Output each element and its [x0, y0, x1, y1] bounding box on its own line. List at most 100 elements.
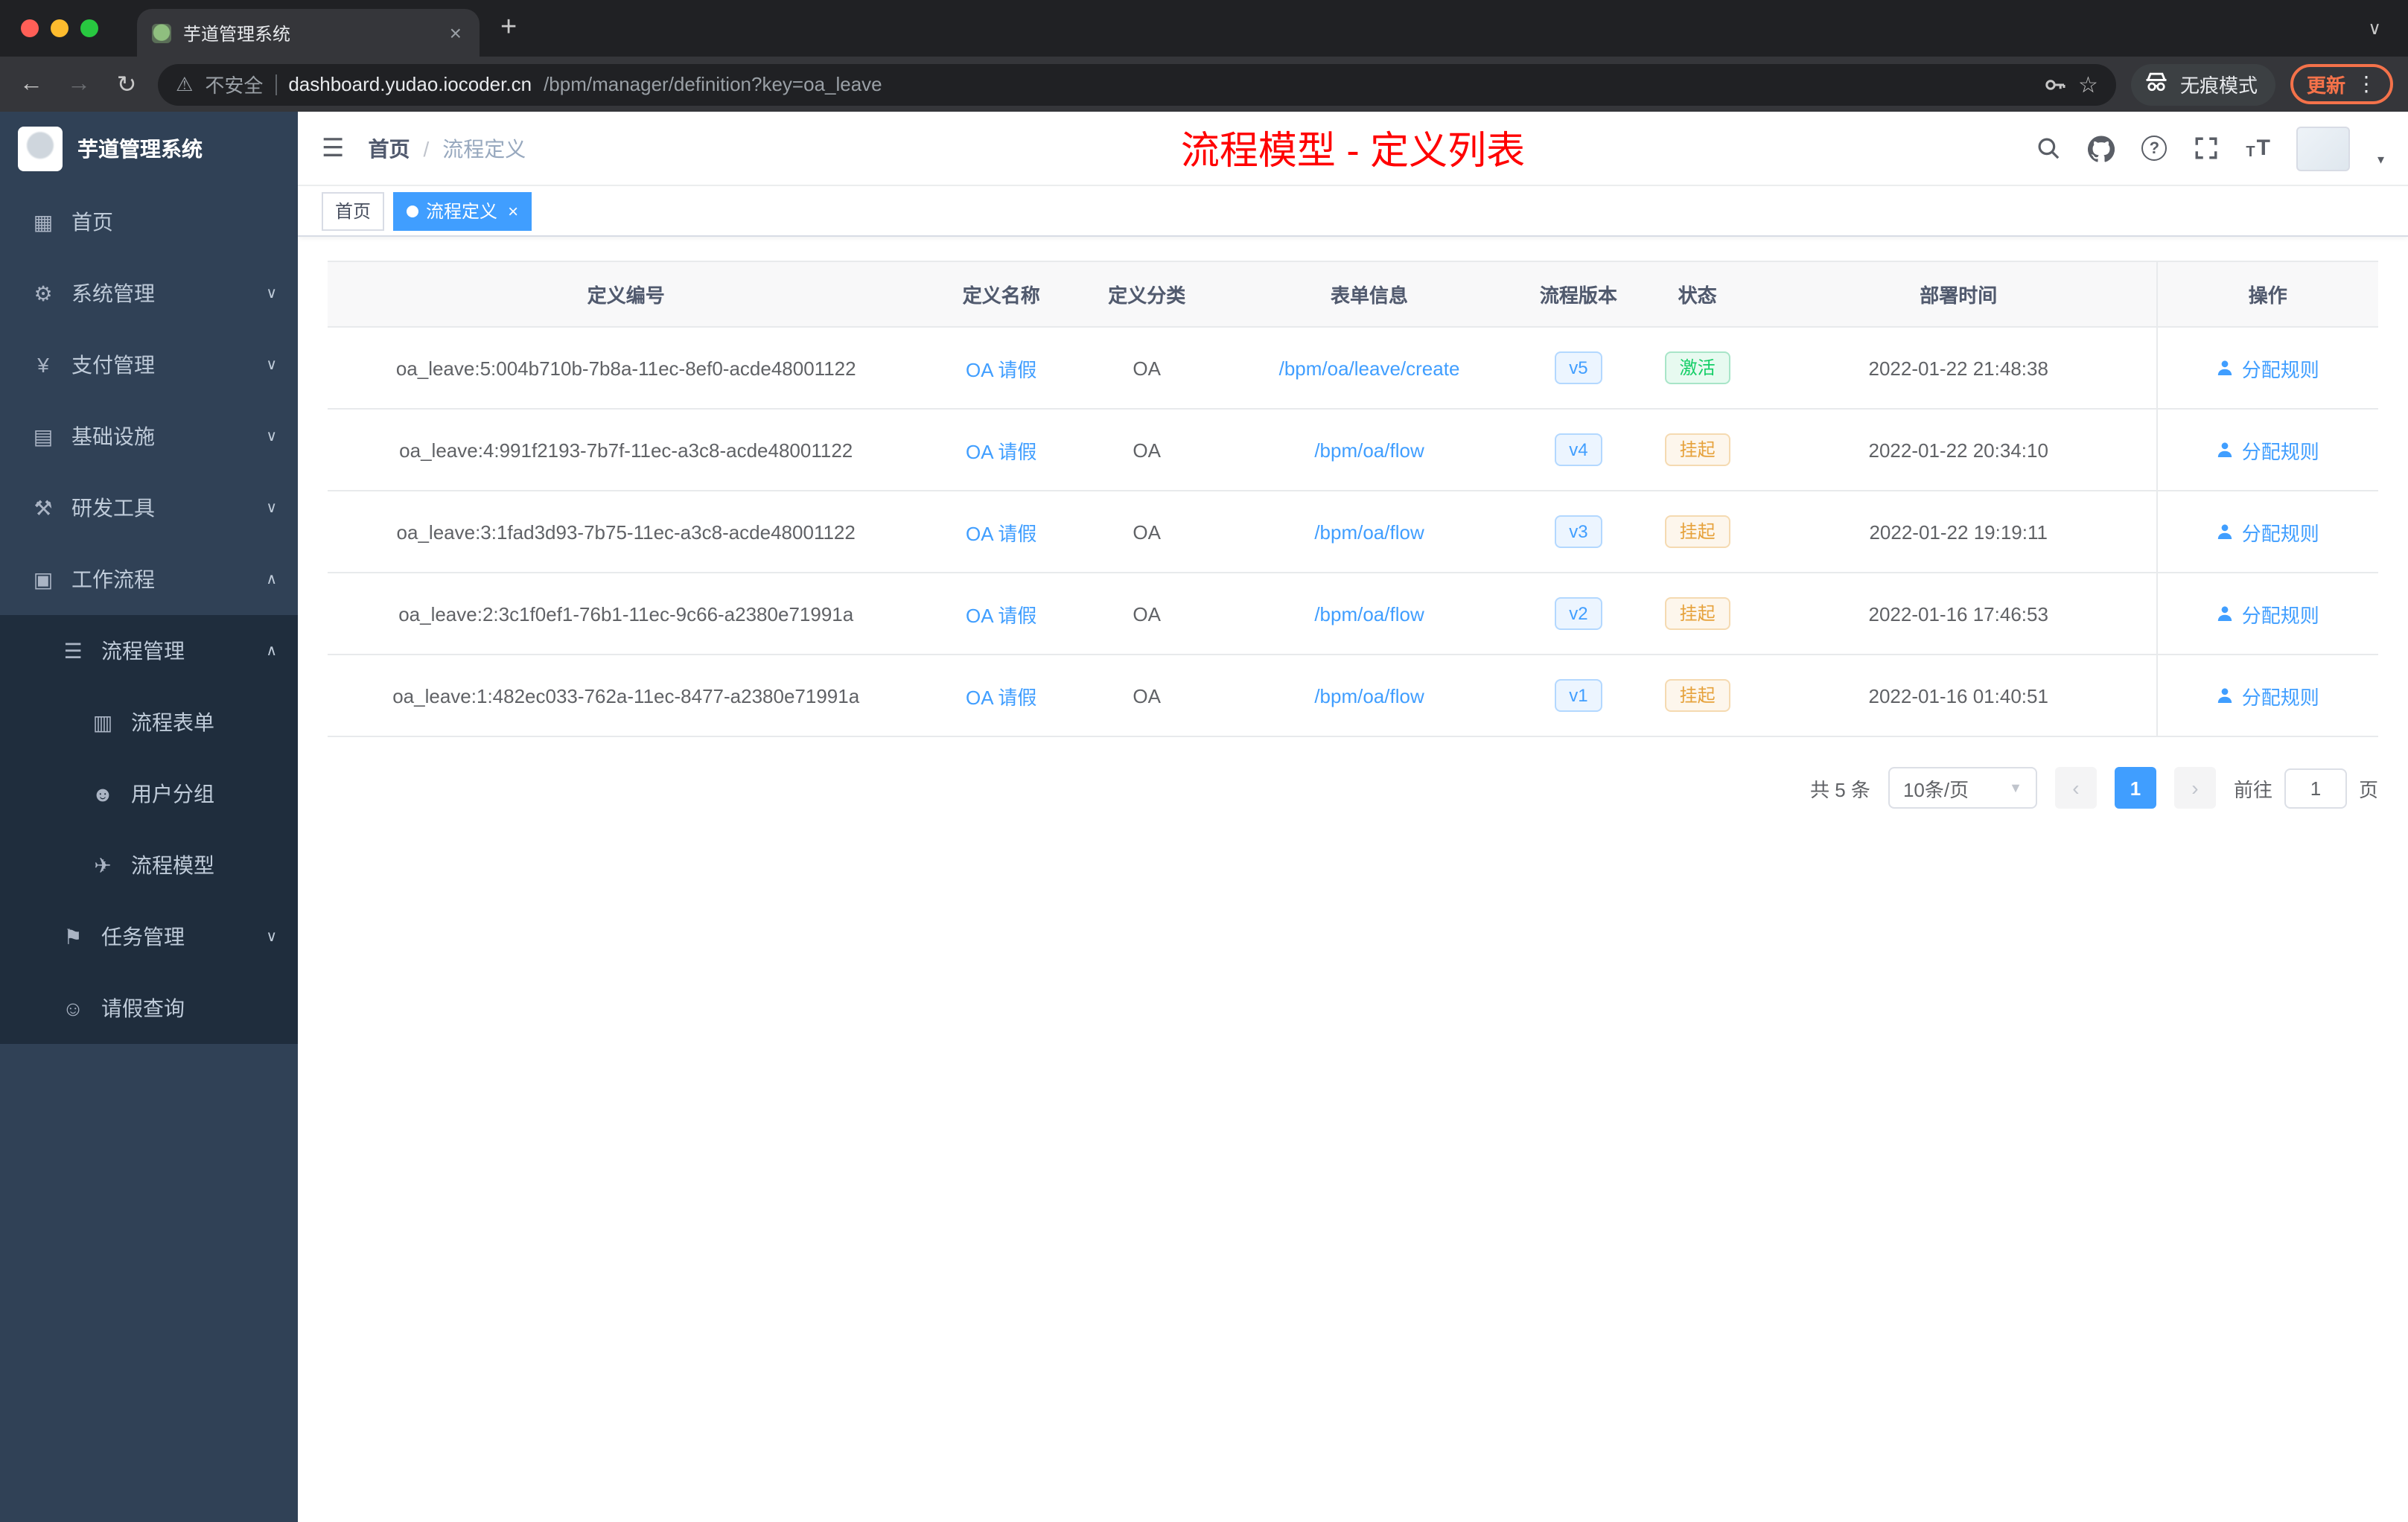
main-area: ☰ 首页 / 流程定义 流程模型 - 定义列表 ? T T ▾ 首页 流程定义 …: [298, 112, 2408, 1522]
column-header: 流程版本: [1523, 261, 1634, 328]
sidebar-item-dev-tools[interactable]: ⚒ 研发工具 ∨: [0, 472, 298, 544]
app-header: ☰ 首页 / 流程定义 流程模型 - 定义列表 ? T T ▾: [298, 112, 2408, 186]
fullscreen-icon[interactable]: [2194, 136, 2219, 161]
browser-tab[interactable]: 芋道管理系统 ×: [137, 9, 480, 57]
tab-search-chevron-icon[interactable]: ∨: [2368, 18, 2381, 39]
table-row: oa_leave:1:482ec033-762a-11ec-8477-a2380…: [328, 655, 2378, 737]
assign-rule-link[interactable]: 分配规则: [2217, 354, 2319, 382]
app-window: 芋道管理系统 ▦ 首页 ⚙ 系统管理 ∨ ¥ 支付管理 ∨ ▤ 基础设施 ∨ ⚒…: [0, 112, 2408, 1522]
tag-process-definition[interactable]: 流程定义 ×: [393, 191, 532, 230]
tag-home[interactable]: 首页: [322, 191, 385, 230]
definition-name-link[interactable]: OA 请假: [966, 604, 1036, 626]
new-tab-button[interactable]: +: [500, 12, 517, 45]
column-header: 状态: [1634, 261, 1761, 328]
form-link[interactable]: /bpm/oa/flow: [1314, 684, 1424, 707]
definition-name-link[interactable]: OA 请假: [966, 686, 1036, 708]
address-bar[interactable]: ⚠ 不安全 dashboard.yudao.iocoder.cn/bpm/man…: [158, 63, 2116, 105]
definition-name-link[interactable]: OA 请假: [966, 358, 1036, 380]
sidebar-item-system-management[interactable]: ⚙ 系统管理 ∨: [0, 258, 298, 329]
incognito-indicator: 无痕模式: [2130, 63, 2275, 105]
form-link[interactable]: /bpm/oa/flow: [1314, 602, 1424, 625]
goto-unit: 页: [2358, 778, 2378, 800]
breadcrumb-separator: /: [423, 136, 430, 160]
assign-rule-link[interactable]: 分配规则: [2217, 436, 2319, 464]
version-badge: v3: [1554, 515, 1603, 549]
sidebar-item-user-groups[interactable]: ☻ 用户分组: [0, 758, 298, 830]
sidebar-item-workflow[interactable]: ▣ 工作流程 ∧: [0, 544, 298, 615]
form-link[interactable]: /bpm/oa/flow: [1314, 520, 1424, 543]
browser-menu-dots-icon[interactable]: ⋮: [2356, 71, 2377, 97]
person-icon: ☺: [62, 996, 84, 1020]
form-link[interactable]: /bpm/oa/leave/create: [1279, 357, 1460, 379]
next-page-button[interactable]: ›: [2173, 767, 2216, 809]
tags-bar: 首页 流程定义 ×: [298, 186, 2408, 237]
form-link[interactable]: /bpm/oa/flow: [1314, 439, 1424, 461]
sidebar-item-leave-query[interactable]: ☺ 请假查询: [0, 972, 298, 1044]
version-badge: v2: [1554, 596, 1603, 631]
page-number-current[interactable]: 1: [2114, 767, 2156, 809]
person-icon: [2218, 360, 2232, 375]
url-host: dashboard.yudao.iocoder.cn: [288, 73, 532, 95]
avatar-caret-icon[interactable]: ▾: [2377, 151, 2384, 168]
minimize-window-button[interactable]: [51, 19, 69, 37]
sidebar-item-infrastructure[interactable]: ▤ 基础设施 ∨: [0, 401, 298, 472]
user-avatar[interactable]: [2296, 126, 2351, 171]
back-button[interactable]: ←: [15, 71, 48, 98]
bookmark-star-icon[interactable]: ☆: [2078, 71, 2098, 98]
close-window-button[interactable]: [21, 19, 39, 37]
font-size-icon[interactable]: TT: [2246, 136, 2270, 161]
definition-name-link[interactable]: OA 请假: [966, 440, 1036, 462]
assign-rule-link[interactable]: 分配规则: [2217, 681, 2319, 710]
not-secure-label: 不安全: [205, 74, 264, 97]
status-badge: 挂起: [1664, 596, 1730, 631]
chevron-down-icon: ∨: [266, 428, 277, 445]
page-size-select[interactable]: 10条/页 ▼: [1888, 767, 2037, 809]
infrastructure-icon: ▤: [33, 424, 54, 448]
flag-icon: ⚑: [63, 924, 83, 948]
definition-table: 定义编号 定义名称 定义分类 表单信息 流程版本 状态 部署时间 操作 oa_l: [328, 261, 2378, 737]
hamburger-icon[interactable]: ☰: [322, 133, 345, 163]
tag-close-icon[interactable]: ×: [508, 200, 518, 221]
sidebar-item-process-management[interactable]: ☰ 流程管理 ∧: [0, 615, 298, 687]
forward-button[interactable]: →: [63, 71, 95, 98]
table-row: oa_leave:4:991f2193-7b7f-11ec-a3c8-acde4…: [328, 409, 2378, 491]
search-icon[interactable]: [2036, 136, 2061, 161]
definition-name-link[interactable]: OA 请假: [966, 522, 1036, 544]
sidebar-item-payment-management[interactable]: ¥ 支付管理 ∨: [0, 329, 298, 401]
sidebar-item-task-management[interactable]: ⚑ 任务管理 ∨: [0, 901, 298, 972]
prev-page-button[interactable]: ‹: [2054, 767, 2097, 809]
sidebar-item-home[interactable]: ▦ 首页: [0, 186, 298, 258]
tab-close-icon[interactable]: ×: [447, 21, 465, 45]
assign-rule-link[interactable]: 分配规则: [2217, 599, 2319, 628]
sidebar-item-process-form[interactable]: ▥ 流程表单: [0, 687, 298, 758]
workflow-icon: ▣: [33, 567, 54, 590]
incognito-label: 无痕模式: [2179, 74, 2258, 97]
definition-category: OA: [1077, 655, 1216, 737]
breadcrumb-home[interactable]: 首页: [369, 133, 410, 163]
screen: 芋道管理系统 × + ∨ ← → ↻ ⚠ 不安全 dashboard.yudao…: [0, 0, 2408, 1522]
reload-button[interactable]: ↻: [110, 69, 143, 99]
browser-tab-strip: 芋道管理系统 × + ∨: [0, 0, 2408, 57]
chevron-down-icon: ∨: [266, 357, 277, 373]
help-icon[interactable]: ?: [2141, 136, 2167, 161]
dashboard-icon: ▦: [33, 209, 54, 233]
definition-id: oa_leave:1:482ec033-762a-11ec-8477-a2380…: [328, 655, 925, 737]
breadcrumb-current: 流程定义: [442, 136, 526, 160]
person-icon: [2218, 442, 2232, 457]
goto-page-input[interactable]: [2284, 768, 2347, 808]
assign-rule-link[interactable]: 分配规则: [2217, 518, 2319, 546]
sidebar-item-process-model[interactable]: ✈ 流程模型: [0, 830, 298, 901]
browser-update-button[interactable]: 更新 ⋮: [2290, 64, 2393, 104]
column-header: 定义分类: [1077, 261, 1216, 328]
zoom-window-button[interactable]: [80, 19, 98, 37]
github-icon[interactable]: [2088, 135, 2115, 162]
incognito-icon: [2143, 69, 2170, 100]
definition-category: OA: [1077, 491, 1216, 573]
tab-title: 芋道管理系统: [183, 23, 291, 44]
person-icon: [2218, 606, 2232, 621]
password-key-icon[interactable]: [2042, 72, 2066, 96]
chevron-down-icon: ∨: [266, 500, 277, 516]
person-icon: [2218, 688, 2232, 703]
version-badge: v1: [1554, 678, 1603, 713]
total-count: 共 5 条: [1810, 778, 1870, 800]
